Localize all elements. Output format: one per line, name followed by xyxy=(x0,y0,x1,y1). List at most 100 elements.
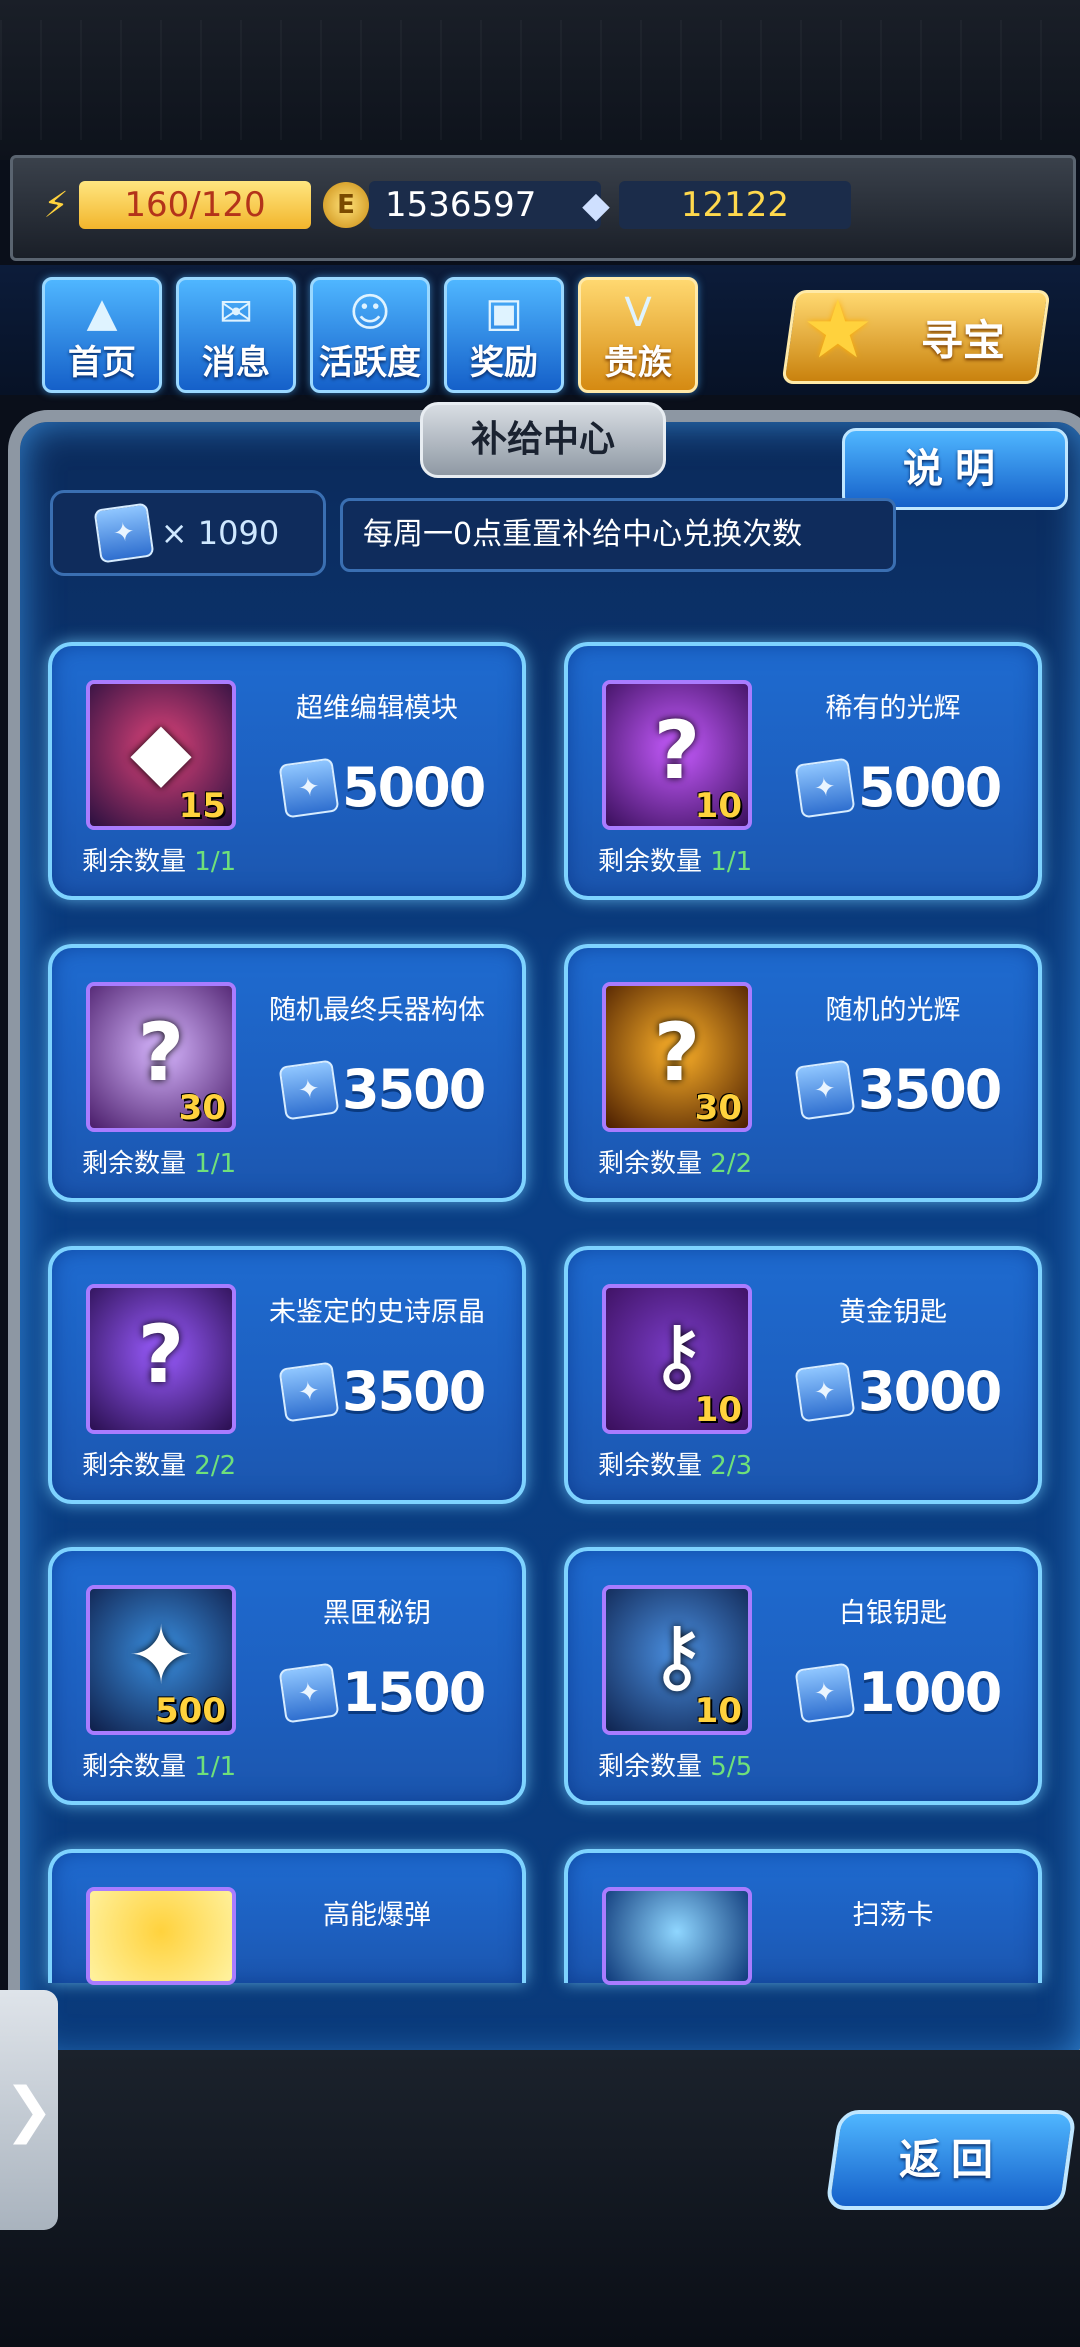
item-card[interactable]: 扫荡卡 xyxy=(564,1849,1042,1985)
remaining-value: 2/2 xyxy=(710,1149,753,1179)
supply-ticket-icon: ✦ xyxy=(794,1361,856,1422)
nav-activity-button[interactable]: ☺ 活跃度 xyxy=(310,277,430,393)
item-glyph: ? xyxy=(137,1308,185,1401)
item-card[interactable]: ? 30 随机最终兵器构体 ✦ 3500 剩余数量 1/1 xyxy=(48,944,526,1202)
item-name: 扫荡卡 xyxy=(852,1900,934,1931)
item-name: 随机最终兵器构体 xyxy=(269,995,485,1026)
price-value: 3500 xyxy=(342,1058,486,1121)
price-value: 5000 xyxy=(858,756,1002,819)
remaining-value: 2/3 xyxy=(710,1451,753,1481)
supply-ticket-icon: ✦ xyxy=(278,1662,340,1723)
smile-icon: ☺ xyxy=(349,290,391,336)
remaining-label: 剩余数量 xyxy=(598,1149,703,1179)
item-card[interactable]: ◆ 15 超维编辑模块 ✦ 5000 剩余数量 1/1 xyxy=(48,642,526,900)
item-card[interactable]: ⚷ 10 黄金钥匙 ✦ 3000 剩余数量 2/3 xyxy=(564,1246,1042,1504)
remaining-value: 5/5 xyxy=(710,1752,753,1782)
back-label: 返回 xyxy=(898,2135,1003,2184)
item-card[interactable]: ? 未鉴定的史诗原晶 ✦ 3500 剩余数量 2/2 xyxy=(48,1246,526,1504)
energy-resource[interactable]: ⚡ 160/120 xyxy=(33,180,311,230)
nav-rewards-button[interactable]: ▣ 奖励 xyxy=(444,277,564,393)
item-card[interactable]: ? 10 稀有的光辉 ✦ 5000 剩余数量 1/1 xyxy=(564,642,1042,900)
item-price: ✦ 3500 xyxy=(794,1058,1002,1121)
nav-messages-button[interactable]: ✉ 消息 xyxy=(176,277,296,393)
remaining-label: 剩余数量 xyxy=(598,1752,703,1782)
diamond-icon: ◆ xyxy=(582,184,610,226)
item-card[interactable]: ⚷ 10 白银钥匙 ✦ 1000 剩余数量 5/5 xyxy=(564,1547,1042,1805)
item-quantity: 10 xyxy=(694,1390,742,1430)
item-icon: ? 10 xyxy=(602,680,752,830)
panel-title: 补给中心 xyxy=(420,402,666,478)
gift-icon: ▣ xyxy=(485,290,523,336)
item-card[interactable]: 高能爆弹 xyxy=(48,1849,526,1985)
item-icon xyxy=(86,1887,236,1985)
nav-home-button[interactable]: ▲ 首页 xyxy=(42,277,162,393)
remaining-value: 1/1 xyxy=(194,1752,237,1782)
side-expand-tab[interactable]: ❯ xyxy=(0,1990,58,2230)
remaining-label: 剩余数量 xyxy=(82,1752,187,1782)
item-card[interactable]: ? 30 随机的光辉 ✦ 3500 剩余数量 2/2 xyxy=(564,944,1042,1202)
item-glyph: ? xyxy=(653,1006,701,1099)
top-background xyxy=(0,0,1080,160)
remaining-label: 剩余数量 xyxy=(82,1149,187,1179)
item-icon: ✦ 500 xyxy=(86,1585,236,1735)
supply-ticket-icon: ✦ xyxy=(278,1361,340,1422)
item-card[interactable]: ✦ 500 黑匣秘钥 ✦ 1500 剩余数量 1/1 xyxy=(48,1547,526,1805)
v-badge-icon: V xyxy=(624,290,652,336)
item-remaining: 剩余数量 2/2 xyxy=(598,1143,752,1180)
coin-resource[interactable]: E 1536597 xyxy=(323,180,601,230)
treasure-label: 寻宝 xyxy=(920,316,1005,365)
reset-notice: 每周一0点重置补给中心兑换次数 xyxy=(340,498,896,572)
item-price: ✦ 5000 xyxy=(278,756,486,819)
supply-ticket-icon: ✦ xyxy=(278,757,340,818)
item-name: 黑匣秘钥 xyxy=(323,1598,431,1629)
remaining-value: 1/1 xyxy=(194,1149,237,1179)
remaining-label: 剩余数量 xyxy=(598,847,703,877)
ticket-balance: ✦ × 1090 xyxy=(50,490,326,576)
item-quantity: 10 xyxy=(694,786,742,826)
item-name: 稀有的光辉 xyxy=(825,693,961,724)
energy-value: 160/120 xyxy=(79,181,311,229)
price-value: 1500 xyxy=(342,1661,486,1724)
nav-label: 消息 xyxy=(202,343,270,383)
item-price: ✦ 3500 xyxy=(278,1058,486,1121)
item-icon xyxy=(602,1887,752,1985)
item-remaining: 剩余数量 1/1 xyxy=(82,1746,236,1783)
price-value: 1000 xyxy=(858,1661,1002,1724)
back-button[interactable]: 返回 xyxy=(824,2110,1078,2210)
item-price: ✦ 1500 xyxy=(278,1661,486,1724)
nav-label: 奖励 xyxy=(470,343,538,383)
remaining-label: 剩余数量 xyxy=(598,1451,703,1481)
nav-noble-button[interactable]: V 贵族 xyxy=(578,277,698,393)
remaining-label: 剩余数量 xyxy=(82,1451,187,1481)
item-icon: ◆ 15 xyxy=(86,680,236,830)
item-remaining: 剩余数量 5/5 xyxy=(598,1746,752,1783)
item-price: ✦ 3500 xyxy=(278,1360,486,1423)
gem-resource[interactable]: ◆ 12122 xyxy=(573,180,851,230)
item-name: 黄金钥匙 xyxy=(839,1297,947,1328)
mail-icon: ✉ xyxy=(219,290,253,336)
nav-label: 活跃度 xyxy=(319,343,421,383)
supply-ticket-icon: ✦ xyxy=(794,1059,856,1120)
item-name: 超维编辑模块 xyxy=(296,693,458,724)
price-value: 3500 xyxy=(342,1360,486,1423)
item-remaining: 剩余数量 2/2 xyxy=(82,1445,236,1482)
remaining-value: 2/2 xyxy=(194,1451,237,1481)
fighter-icon: ▲ xyxy=(86,290,118,336)
item-glyph: ◆ xyxy=(130,704,192,797)
nav-label: 首页 xyxy=(68,343,136,383)
coin-value: 1536597 xyxy=(369,181,601,229)
nav-label: 贵族 xyxy=(604,343,672,383)
item-icon: ? 30 xyxy=(86,982,236,1132)
item-glyph: ✦ xyxy=(127,1609,195,1702)
item-name: 高能爆弹 xyxy=(323,1900,431,1931)
price-value: 3500 xyxy=(858,1058,1002,1121)
star-fighter-icon: ★ xyxy=(802,283,874,376)
item-quantity: 10 xyxy=(694,1691,742,1731)
item-remaining: 剩余数量 1/1 xyxy=(598,841,752,878)
remaining-label: 剩余数量 xyxy=(82,847,187,877)
treasure-hunt-button[interactable]: ★ 寻宝 xyxy=(781,283,1051,384)
gem-value: 12122 xyxy=(619,181,851,229)
item-icon: ⚷ 10 xyxy=(602,1284,752,1434)
item-icon: ? 30 xyxy=(602,982,752,1132)
item-quantity: 500 xyxy=(155,1691,226,1731)
